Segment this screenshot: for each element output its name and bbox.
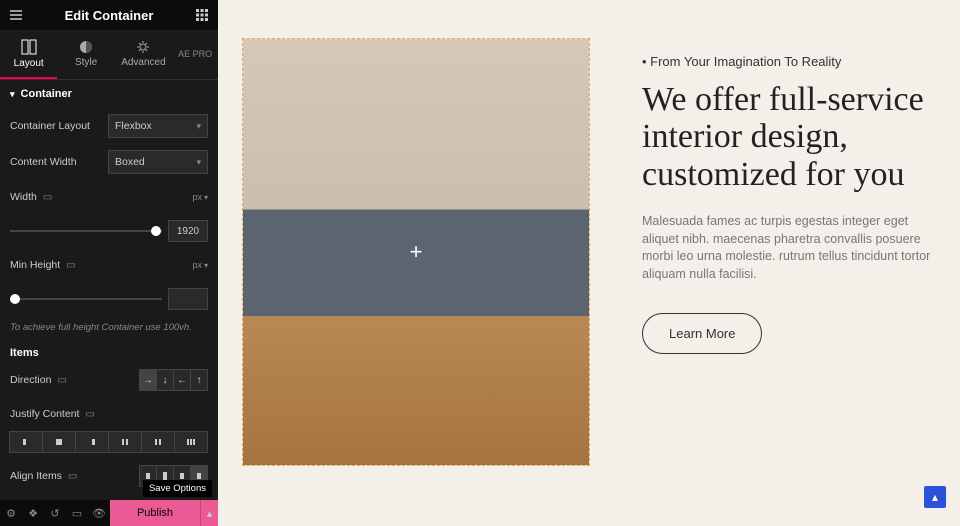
justify-end-button[interactable] <box>75 431 109 453</box>
top-bar: Edit Container <box>0 0 218 30</box>
settings-icon[interactable]: ⚙ <box>0 500 22 526</box>
direction-row-button[interactable]: → <box>139 369 157 391</box>
panel-title: Edit Container <box>24 8 194 23</box>
settings-tabs: Layout Style Advanced AE PRO <box>0 30 218 80</box>
justify-between-button[interactable] <box>108 431 142 453</box>
tab-style[interactable]: Style <box>57 30 114 79</box>
tab-advanced-label: Advanced <box>121 57 165 68</box>
items-header: Items <box>10 347 208 359</box>
bottom-bar: ⚙ ❖ ↺ ▭ 👁 Publish ▴ <box>0 500 218 526</box>
history-icon[interactable]: ↺ <box>44 500 66 526</box>
responsive-icon[interactable]: ▭ <box>85 409 94 420</box>
label-content-width: Content Width <box>10 156 108 168</box>
tab-layout[interactable]: Layout <box>0 30 57 79</box>
responsive-icon[interactable]: ▭ <box>57 375 66 386</box>
section-container[interactable]: Container <box>0 80 218 108</box>
label-align: Align Items▭ <box>10 470 140 482</box>
tab-advanced[interactable]: Advanced <box>115 30 172 79</box>
label-direction: Direction▭ <box>10 374 140 386</box>
slider-width[interactable] <box>10 230 162 232</box>
tab-pro-label: AE PRO <box>178 49 212 59</box>
tab-layout-label: Layout <box>14 58 44 69</box>
editor-sidebar: Edit Container Layout Style Advanced AE … <box>0 0 218 526</box>
menu-icon[interactable] <box>8 7 24 23</box>
label-width: Width▭ <box>10 191 192 203</box>
description: Malesuada fames ac turpis egestas intege… <box>642 213 942 283</box>
add-element-icon[interactable]: + <box>410 239 423 265</box>
tab-style-label: Style <box>75 57 97 68</box>
tagline: • From Your Imagination To Reality <box>642 54 942 69</box>
unit-width[interactable]: px <box>192 192 208 202</box>
save-options-tooltip: Save Options <box>143 480 212 497</box>
hint-text: To achieve full height Container use 100… <box>10 322 208 333</box>
slider-min-height[interactable] <box>10 298 162 300</box>
label-container-layout: Container Layout <box>10 120 108 132</box>
publish-caret-button[interactable]: ▴ <box>200 500 218 526</box>
label-min-height: Min Height▭ <box>10 259 192 271</box>
hero-image: + <box>243 39 589 465</box>
direction-row-rev-button[interactable]: ← <box>173 369 191 391</box>
cta-button[interactable]: Learn More <box>642 313 762 354</box>
publish-button[interactable]: Publish <box>110 500 200 526</box>
responsive-icon[interactable]: ▭ <box>43 192 52 203</box>
direction-column-rev-button[interactable]: ↑ <box>190 369 208 391</box>
responsive-mode-icon[interactable]: ▭ <box>66 500 88 526</box>
responsive-icon[interactable]: ▭ <box>68 471 77 482</box>
navigator-icon[interactable]: ❖ <box>22 500 44 526</box>
select-content-width[interactable]: Boxed <box>108 150 208 174</box>
headline: We offer full-service interior design, c… <box>642 81 942 193</box>
direction-column-button[interactable]: ↓ <box>156 369 174 391</box>
preview-icon[interactable]: 👁 <box>88 500 110 526</box>
tab-pro[interactable]: AE PRO <box>172 30 218 79</box>
label-justify: Justify Content▭ <box>10 408 208 420</box>
canvas[interactable]: + • From Your Imagination To Reality We … <box>218 0 960 526</box>
input-min-height[interactable] <box>168 288 208 310</box>
justify-start-button[interactable] <box>9 431 43 453</box>
unit-min-height[interactable]: px <box>192 260 208 270</box>
justify-center-button[interactable] <box>42 431 76 453</box>
responsive-icon[interactable]: ▭ <box>66 260 75 271</box>
input-width[interactable] <box>168 220 208 242</box>
apps-icon[interactable] <box>194 7 210 23</box>
panel-body: Container Layout Flexbox Content Width B… <box>0 108 218 500</box>
scroll-top-button[interactable]: ▴ <box>924 486 946 508</box>
hero-container[interactable]: + <box>242 38 590 466</box>
select-container-layout[interactable]: Flexbox <box>108 114 208 138</box>
justify-evenly-button[interactable] <box>174 431 208 453</box>
justify-around-button[interactable] <box>141 431 175 453</box>
text-block: • From Your Imagination To Reality We of… <box>642 54 942 354</box>
